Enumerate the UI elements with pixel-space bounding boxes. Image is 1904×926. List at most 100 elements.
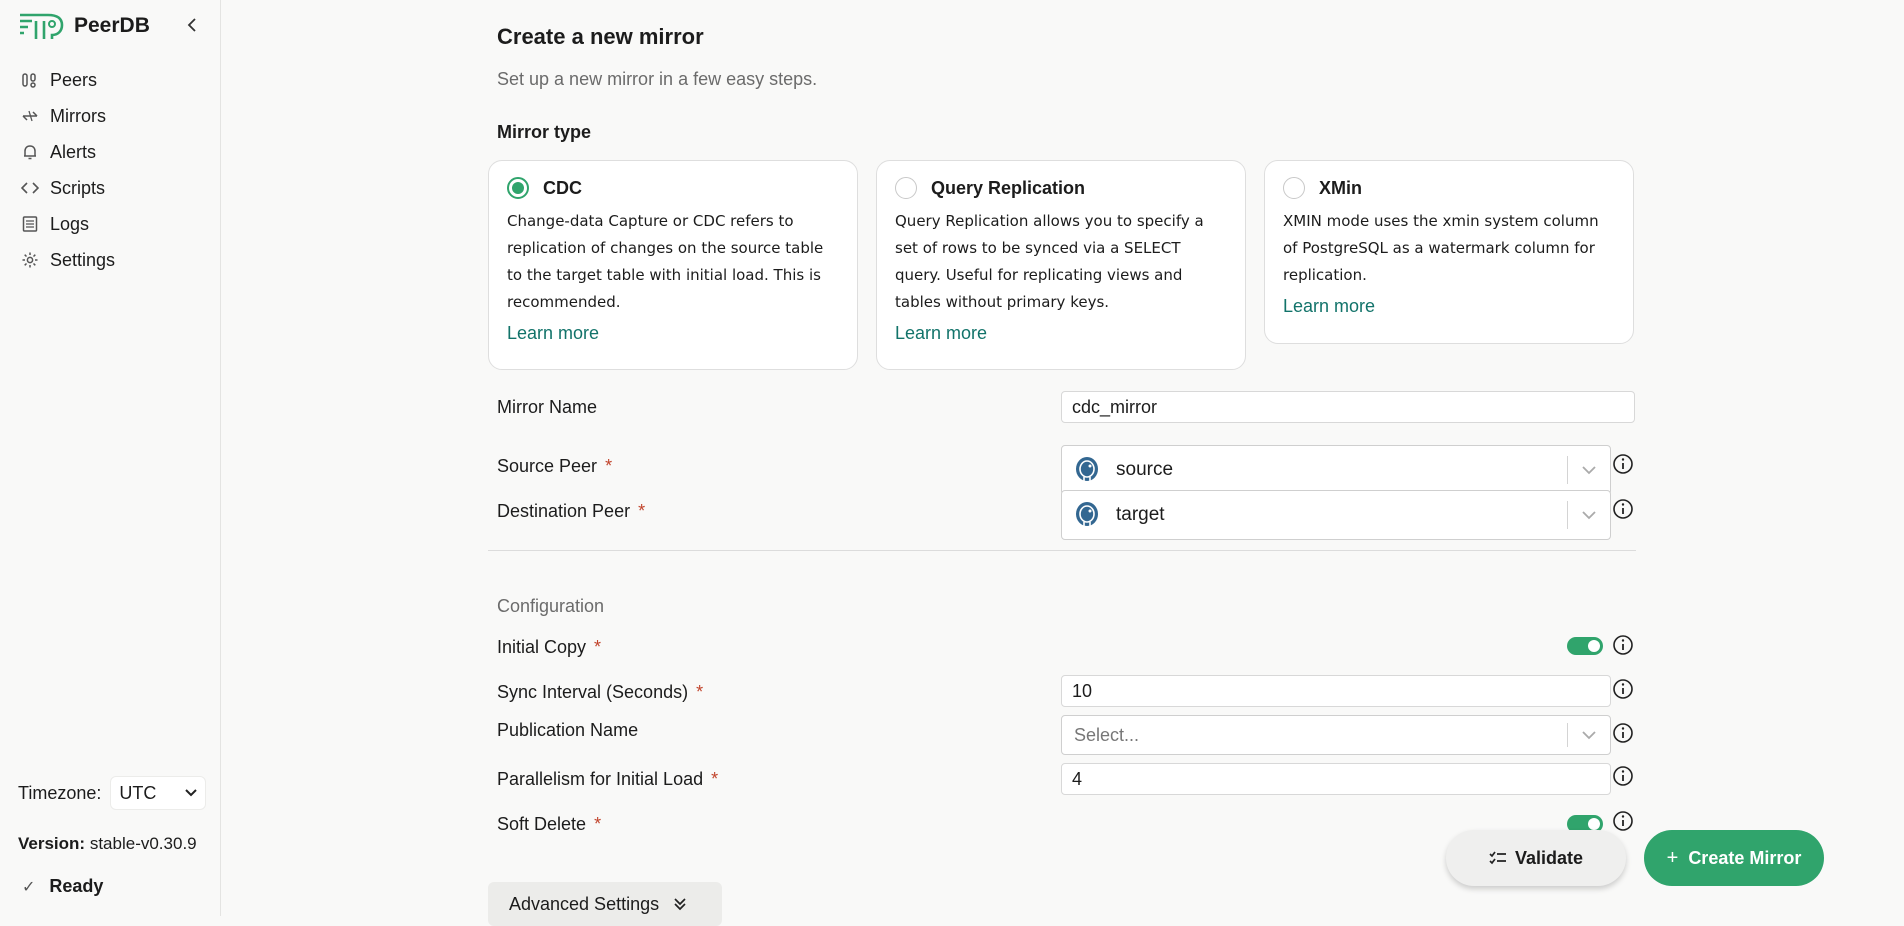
- radio-cdc[interactable]: [507, 177, 529, 199]
- sidebar-item-alerts[interactable]: Alerts: [0, 134, 220, 170]
- sidebar-nav: Peers Mirrors Alerts Scripts Logs Settin…: [0, 62, 220, 278]
- soft-delete-label-text: Soft Delete: [497, 814, 587, 834]
- required-mark: *: [696, 682, 704, 702]
- mirror-name-label-text: Mirror Name: [497, 397, 598, 417]
- check-icon: ✓: [22, 878, 36, 896]
- sidebar: PeerDB Peers Mirrors Alerts Scripts Logs…: [0, 0, 221, 916]
- page-title: Create a new mirror: [497, 24, 704, 49]
- publication-name-label: Publication Name: [497, 720, 638, 741]
- required-mark: *: [605, 456, 613, 476]
- parallelism-value: 4: [1072, 768, 1083, 789]
- validate-label: Validate: [1514, 847, 1584, 868]
- info-icon[interactable]: [1612, 678, 1634, 700]
- learn-more-link[interactable]: Learn more: [895, 323, 1227, 344]
- sidebar-item-label: Scripts: [50, 177, 106, 198]
- mirror-name-value: cdc_mirror: [1072, 396, 1158, 417]
- sync-interval-label-text: Sync Interval (Seconds): [497, 682, 689, 702]
- plus-icon: +: [1666, 846, 1679, 869]
- sidebar-item-label: Logs: [50, 213, 90, 234]
- source-peer-label: Source Peer *: [497, 456, 612, 477]
- publication-name-select[interactable]: Select...: [1061, 715, 1611, 755]
- mirror-type-card-cdc[interactable]: CDC Change-data Capture or CDC refers to…: [488, 160, 858, 370]
- sidebar-item-logs[interactable]: Logs: [0, 206, 220, 242]
- logs-icon: [20, 214, 40, 234]
- peers-icon: [20, 70, 40, 90]
- parallelism-input[interactable]: 4: [1061, 763, 1611, 795]
- radio-query-replication[interactable]: [895, 177, 917, 199]
- mirror-type-card-xmin[interactable]: XMin XMIN mode uses the xmin system colu…: [1264, 160, 1634, 344]
- checklist-icon: [1489, 851, 1506, 865]
- info-icon[interactable]: [1612, 722, 1634, 744]
- peerdb-logo-icon: [20, 13, 64, 39]
- sync-interval-value: 10: [1072, 680, 1093, 701]
- sidebar-item-label: Peers: [50, 69, 98, 90]
- version-value: stable-v0.30.9: [89, 834, 197, 853]
- radio-xmin[interactable]: [1283, 177, 1305, 199]
- status-indicator: ✓ Ready: [22, 876, 103, 897]
- chevron-down-icon[interactable]: [1568, 510, 1610, 520]
- advanced-settings-toggle[interactable]: Advanced Settings: [488, 882, 722, 926]
- divider: [488, 550, 1636, 551]
- learn-more-link[interactable]: Learn more: [1283, 296, 1615, 317]
- timezone-label: Timezone:: [18, 782, 102, 803]
- info-icon[interactable]: [1612, 498, 1634, 520]
- brand[interactable]: PeerDB: [18, 10, 150, 42]
- destination-peer-select[interactable]: target: [1061, 490, 1611, 540]
- card-description: XMIN mode uses the xmin system column of…: [1283, 212, 1599, 284]
- info-icon[interactable]: [1612, 765, 1634, 787]
- learn-more-link[interactable]: Learn more: [507, 323, 839, 344]
- chevron-down-icon: [185, 789, 198, 797]
- version-label: Version:: [18, 834, 86, 853]
- destination-peer-value: target: [1116, 504, 1165, 525]
- source-peer-value: source: [1116, 459, 1174, 480]
- info-icon[interactable]: [1612, 453, 1634, 475]
- publication-placeholder: Select...: [1074, 724, 1140, 745]
- sync-interval-label: Sync Interval (Seconds) *: [497, 682, 703, 703]
- create-mirror-button[interactable]: + Create Mirror: [1644, 830, 1824, 886]
- timezone-select[interactable]: UTC: [110, 776, 207, 810]
- chevron-down-icon[interactable]: [1568, 730, 1610, 740]
- chevron-down-icon[interactable]: [1568, 465, 1610, 475]
- card-description: Change-data Capture or CDC refers to rep…: [507, 212, 824, 311]
- info-icon[interactable]: [1612, 634, 1634, 656]
- info-icon[interactable]: [1612, 810, 1634, 832]
- mirror-type-heading: Mirror type: [497, 122, 592, 142]
- sidebar-item-peers[interactable]: Peers: [0, 62, 220, 98]
- gear-icon: [20, 250, 40, 270]
- configuration-heading: Configuration: [497, 596, 605, 616]
- sidebar-item-scripts[interactable]: Scripts: [0, 170, 220, 206]
- bell-icon: [20, 142, 40, 162]
- page-subtitle: Set up a new mirror in a few easy steps.: [497, 69, 818, 89]
- mirror-name-input[interactable]: cdc_mirror: [1061, 391, 1635, 423]
- source-peer-label-text: Source Peer: [497, 456, 598, 476]
- create-mirror-label: Create Mirror: [1688, 847, 1802, 868]
- mirror-type-card-query-replication[interactable]: Query Replication Query Replication allo…: [876, 160, 1246, 370]
- source-peer-select[interactable]: source: [1061, 445, 1611, 495]
- double-chevron-down-icon: [674, 898, 686, 911]
- sidebar-item-settings[interactable]: Settings: [0, 242, 220, 278]
- required-mark: *: [594, 814, 602, 834]
- sync-interval-input[interactable]: 10: [1061, 675, 1611, 707]
- advanced-settings-label: Advanced Settings: [509, 893, 660, 914]
- validate-button[interactable]: Validate: [1446, 830, 1626, 886]
- timezone-row: Timezone: UTC: [18, 776, 207, 810]
- collapse-sidebar-button[interactable]: [182, 14, 202, 36]
- required-mark: *: [594, 637, 602, 657]
- initial-copy-toggle[interactable]: [1567, 637, 1603, 655]
- postgres-icon: [1076, 457, 1098, 483]
- soft-delete-label: Soft Delete *: [497, 814, 601, 835]
- required-mark: *: [638, 501, 646, 521]
- card-title: Query Replication: [931, 177, 1086, 198]
- destination-peer-label: Destination Peer *: [497, 501, 645, 522]
- code-icon: [20, 178, 40, 198]
- sidebar-item-mirrors[interactable]: Mirrors: [0, 98, 220, 134]
- initial-copy-label-text: Initial Copy: [497, 637, 587, 657]
- main-content: Create a new mirror Set up a new mirror …: [222, 0, 1904, 926]
- parallelism-label-text: Parallelism for Initial Load: [497, 769, 704, 789]
- chevron-left-icon: [187, 18, 196, 32]
- timezone-value: UTC: [119, 782, 157, 803]
- card-description: Query Replication allows you to specify …: [895, 212, 1204, 311]
- parallelism-label: Parallelism for Initial Load *: [497, 769, 718, 790]
- version-info: Version: stable-v0.30.9: [18, 834, 197, 854]
- brand-name: PeerDB: [74, 14, 150, 37]
